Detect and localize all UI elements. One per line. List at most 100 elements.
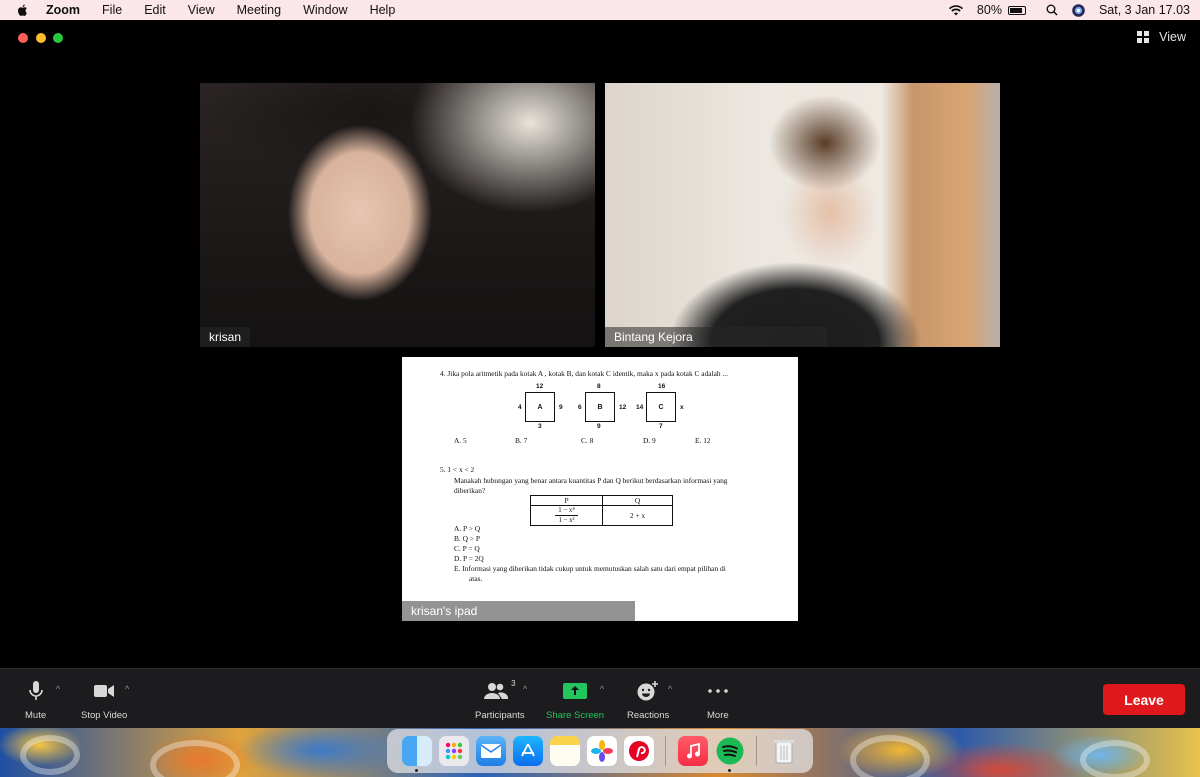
- shared-screen[interactable]: 4. Jika pola aritmetik pada kotak A , ko…: [402, 357, 798, 621]
- share-screen-icon: [563, 683, 588, 699]
- table-cell-p: 1 − x⁴ 1 − x²: [530, 505, 603, 526]
- menu-window[interactable]: Window: [303, 3, 347, 17]
- box-a-top: 12: [536, 383, 544, 390]
- box-b-right: 12: [619, 404, 627, 411]
- table-header-q: Q: [602, 495, 673, 506]
- q4-option-b: B. 7: [515, 436, 528, 445]
- menu-zoom[interactable]: Zoom: [46, 3, 80, 17]
- mute-label: Mute: [25, 710, 47, 721]
- apple-icon[interactable]: [16, 3, 30, 17]
- participants-label: Participants: [475, 710, 525, 721]
- clock[interactable]: Sat, 3 Jan 17.03: [1099, 3, 1190, 17]
- minimize-button[interactable]: [36, 33, 46, 43]
- search-icon[interactable]: [1046, 4, 1058, 16]
- stop-video-label: Stop Video: [81, 710, 128, 721]
- box-a: A: [525, 392, 555, 422]
- participants-icon: [484, 683, 509, 699]
- participants-button[interactable]: 3 Participants: [475, 679, 525, 721]
- box-b-top: 8: [597, 383, 601, 390]
- running-indicator: [415, 769, 418, 772]
- video-tile-bintang-kejora[interactable]: Bintang Kejora: [605, 83, 1000, 347]
- q4-option-d: D. 9: [643, 436, 656, 445]
- participant-name: krisan: [200, 327, 251, 347]
- pq-table: P Q 1 − x⁴ 1 − x² 2 + x: [530, 495, 673, 526]
- video-tile-krisan[interactable]: krisan: [200, 83, 595, 347]
- menu-file[interactable]: File: [102, 3, 122, 17]
- zoom-window: View krisan Bintang Kejora 4. Jika pola …: [0, 20, 1200, 728]
- video-options-caret[interactable]: ^: [125, 684, 129, 694]
- microphone-icon: [28, 681, 43, 700]
- box-b-left: 6: [578, 404, 582, 411]
- stop-video-button[interactable]: Stop Video: [81, 679, 127, 721]
- view-button[interactable]: View: [1137, 30, 1186, 44]
- participant-name: Bintang Kejora: [605, 327, 827, 347]
- pinterest-icon[interactable]: [624, 736, 654, 766]
- box-a-right: 9: [559, 404, 563, 411]
- box-b: B: [585, 392, 615, 422]
- table-header-p: P: [530, 495, 603, 506]
- meeting-toolbar: Mute ^ Stop Video ^ 3 Participants ^ Sha…: [0, 668, 1200, 728]
- q4-option-c: C. 8: [581, 436, 594, 445]
- dock-separator: [756, 736, 757, 766]
- share-options-caret[interactable]: ^: [600, 684, 604, 694]
- menu-meeting[interactable]: Meeting: [237, 3, 281, 17]
- box-c-bottom: 7: [659, 423, 663, 430]
- video-camera-icon: [94, 685, 115, 697]
- q5-option-a: A. P > Q: [454, 524, 481, 533]
- more-icon: [708, 689, 728, 693]
- photos-icon[interactable]: [587, 736, 617, 766]
- siri-icon[interactable]: [1072, 3, 1085, 17]
- grid-icon: [1137, 31, 1150, 43]
- q5-option-e-cont: atas.: [469, 574, 483, 583]
- music-icon[interactable]: [678, 736, 708, 766]
- share-name: krisan's ipad: [402, 601, 635, 621]
- leave-button[interactable]: Leave: [1103, 684, 1185, 715]
- maximize-button[interactable]: [53, 33, 63, 43]
- running-indicator: [728, 769, 731, 772]
- reactions-options-caret[interactable]: ^: [668, 684, 672, 694]
- mail-icon[interactable]: [476, 736, 506, 766]
- reactions-label: Reactions: [627, 710, 670, 721]
- box-b-bottom: 9: [597, 423, 601, 430]
- question-4-text: 4. Jika pola aritmetik pada kotak A , ko…: [440, 369, 728, 378]
- question-5-text-cont: diberikan?: [454, 486, 486, 495]
- participants-count: 3: [511, 679, 516, 688]
- question-5-condition: 5. 1 < x < 2: [440, 465, 475, 474]
- menu-view[interactable]: View: [188, 3, 215, 17]
- reactions-icon: [637, 681, 659, 701]
- dock-separator: [665, 736, 666, 766]
- share-screen-button[interactable]: Share Screen: [546, 679, 604, 721]
- battery-icon[interactable]: [1007, 5, 1026, 15]
- box-c-top: 16: [658, 383, 666, 390]
- table-cell-q: 2 + x: [602, 505, 673, 526]
- q5-option-e: E. Informasi yang diberikan tidak cukup …: [454, 564, 726, 573]
- q5-option-d: D. P = 2Q: [454, 554, 484, 563]
- battery-percent: 80%: [976, 3, 1002, 17]
- finder-icon[interactable]: [402, 736, 432, 772]
- app-store-icon[interactable]: [513, 736, 543, 766]
- trash-icon[interactable]: [769, 736, 799, 766]
- menu-edit[interactable]: Edit: [144, 3, 166, 17]
- mute-button[interactable]: Mute: [25, 679, 46, 721]
- close-button[interactable]: [18, 33, 28, 43]
- wifi-icon[interactable]: [948, 4, 963, 16]
- box-c: C: [646, 392, 676, 422]
- mute-options-caret[interactable]: ^: [56, 684, 60, 694]
- menu-help[interactable]: Help: [370, 3, 396, 17]
- box-c-left: 14: [636, 404, 644, 411]
- view-label: View: [1159, 30, 1186, 44]
- menu-bar: Zoom File Edit View Meeting Window Help …: [0, 0, 1200, 20]
- spotify-icon[interactable]: [715, 736, 745, 772]
- reactions-button[interactable]: Reactions: [627, 679, 669, 721]
- q4-option-a: A. 5: [454, 436, 467, 445]
- more-label: More: [707, 710, 729, 721]
- p-numerator: 1 − x⁴: [555, 507, 578, 516]
- participants-options-caret[interactable]: ^: [523, 684, 527, 694]
- question-5-text: Manakah hubungan yang benar antara kuant…: [454, 476, 728, 485]
- box-a-bottom: 3: [538, 423, 542, 430]
- q5-option-c: C. P = Q: [454, 544, 480, 553]
- more-button[interactable]: More: [707, 679, 729, 721]
- launchpad-icon[interactable]: [439, 736, 469, 766]
- dock: [387, 729, 813, 773]
- notes-icon[interactable]: [550, 736, 580, 766]
